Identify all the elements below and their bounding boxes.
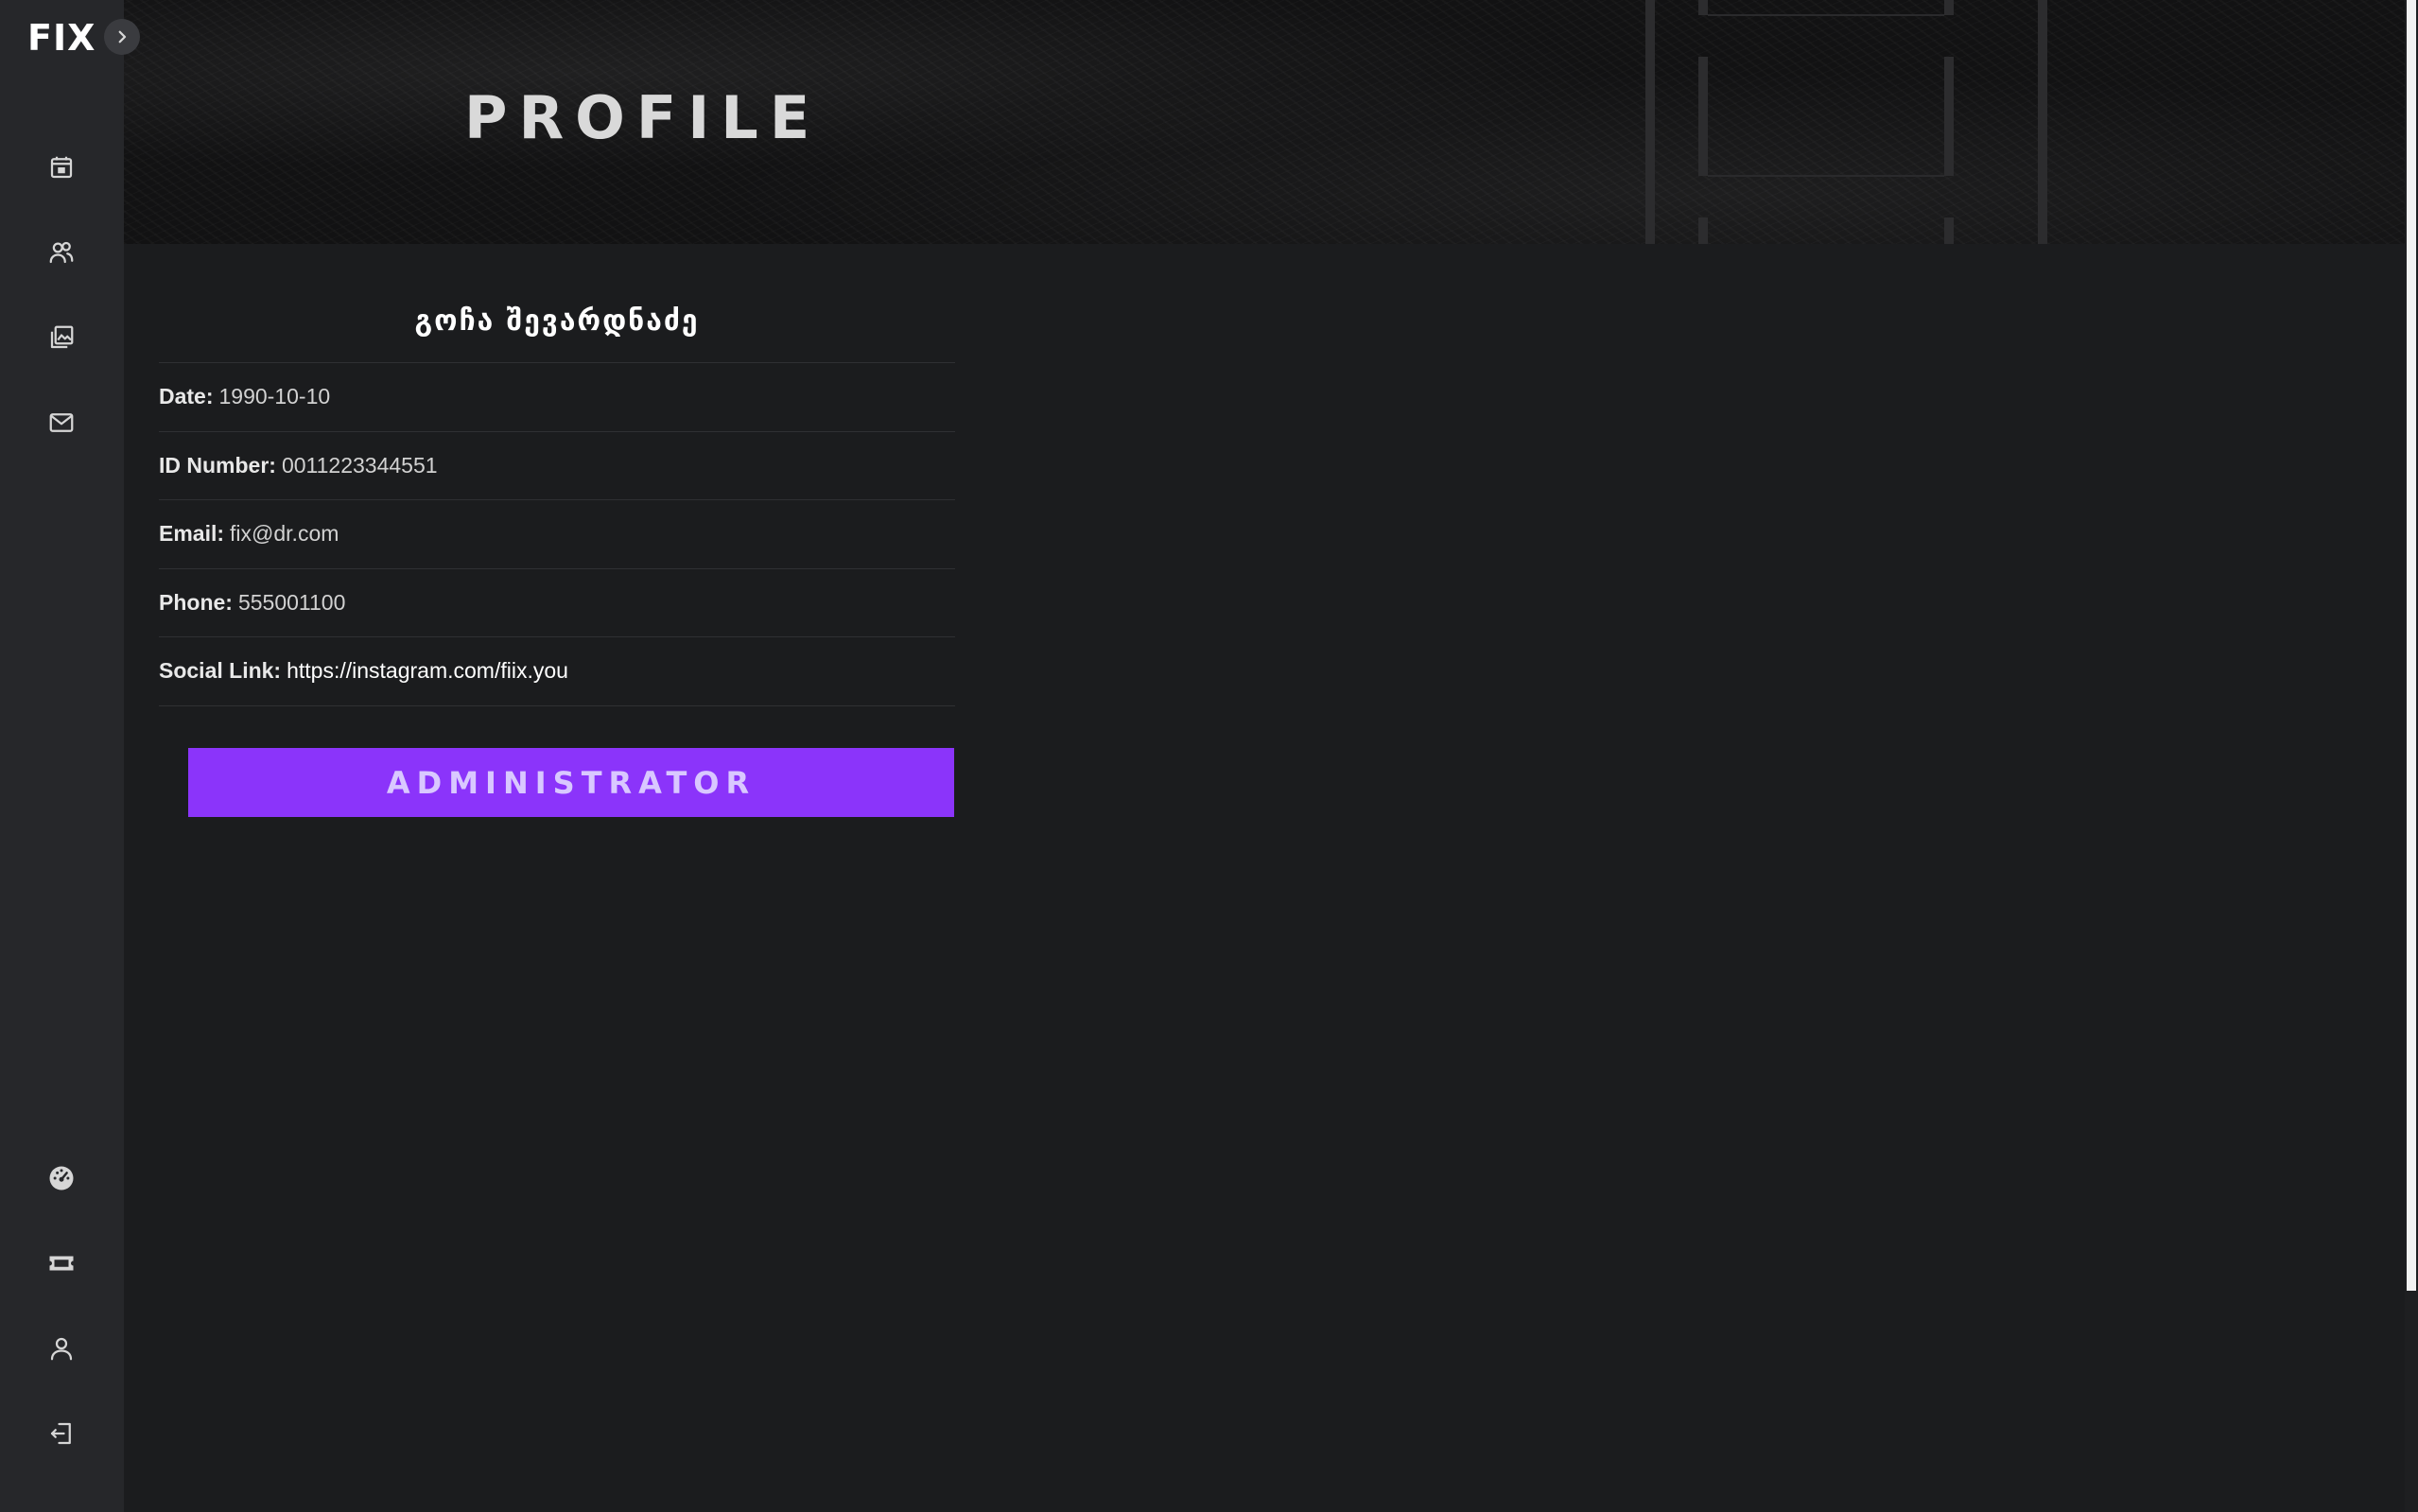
profile-details: გოჩა შევარდნაძე Date: 1990-10-10 ID Numb… xyxy=(159,284,955,706)
field-label: Email: xyxy=(159,521,225,547)
user-icon xyxy=(50,1337,73,1361)
chevron-right-icon xyxy=(118,30,127,43)
header-banner: PROFILE xyxy=(124,0,2405,244)
field-row-email: Email: fix@dr.com xyxy=(159,500,955,569)
sidebar-item-calendar[interactable] xyxy=(38,144,85,191)
ticket-icon xyxy=(49,1256,74,1271)
sidebar-item-logout[interactable] xyxy=(38,1410,85,1457)
sidebar-item-profile[interactable] xyxy=(38,1325,85,1372)
field-label: Phone: xyxy=(159,589,233,615)
role-badge-button[interactable]: ADMINISTRATOR xyxy=(188,748,954,817)
mail-icon xyxy=(49,413,74,432)
sidebar: FIX xyxy=(0,0,140,1512)
sidebar-item-users[interactable] xyxy=(38,229,85,276)
logout-icon xyxy=(50,1422,71,1445)
field-row-social-link: Social Link: https://instagram.com/fiix.… xyxy=(159,637,955,706)
sidebar-item-gallery[interactable] xyxy=(38,314,85,361)
profile-name: გოჩა შევარდნაძე xyxy=(159,284,955,363)
field-label: Date: xyxy=(159,384,214,409)
dashboard-icon xyxy=(49,1166,74,1190)
social-link[interactable]: https://instagram.com/fiix.you xyxy=(287,658,568,684)
sidebar-item-messages[interactable] xyxy=(38,399,85,446)
sidebar-item-tickets[interactable] xyxy=(38,1240,85,1287)
sidebar-expand-button[interactable] xyxy=(104,19,140,55)
logo[interactable]: FIX xyxy=(27,19,96,57)
profile-page: FIX PROFILE გოჩა შევარდნაძე Date: 1990-1… xyxy=(0,0,2418,1512)
field-value-id-number: 0011223344551 xyxy=(281,452,438,478)
field-value-date: 1990-10-10 xyxy=(218,384,331,409)
gallery-icon xyxy=(50,325,74,349)
users-icon xyxy=(49,241,74,264)
field-row-phone: Phone: 555001100 xyxy=(159,569,955,637)
field-label: ID Number: xyxy=(159,452,276,478)
scrollbar[interactable] xyxy=(2405,0,2418,1512)
scrollbar-thumb[interactable] xyxy=(2407,0,2416,1291)
page-title: PROFILE xyxy=(464,83,822,152)
field-row-date: Date: 1990-10-10 xyxy=(159,363,955,432)
field-label: Social Link: xyxy=(159,658,282,684)
field-row-id-number: ID Number: 0011223344551 xyxy=(159,432,955,500)
field-value-email: fix@dr.com xyxy=(230,521,339,547)
field-value-phone: 555001100 xyxy=(237,589,346,615)
sidebar-item-dashboard[interactable] xyxy=(38,1155,85,1202)
calendar-icon xyxy=(50,156,73,179)
